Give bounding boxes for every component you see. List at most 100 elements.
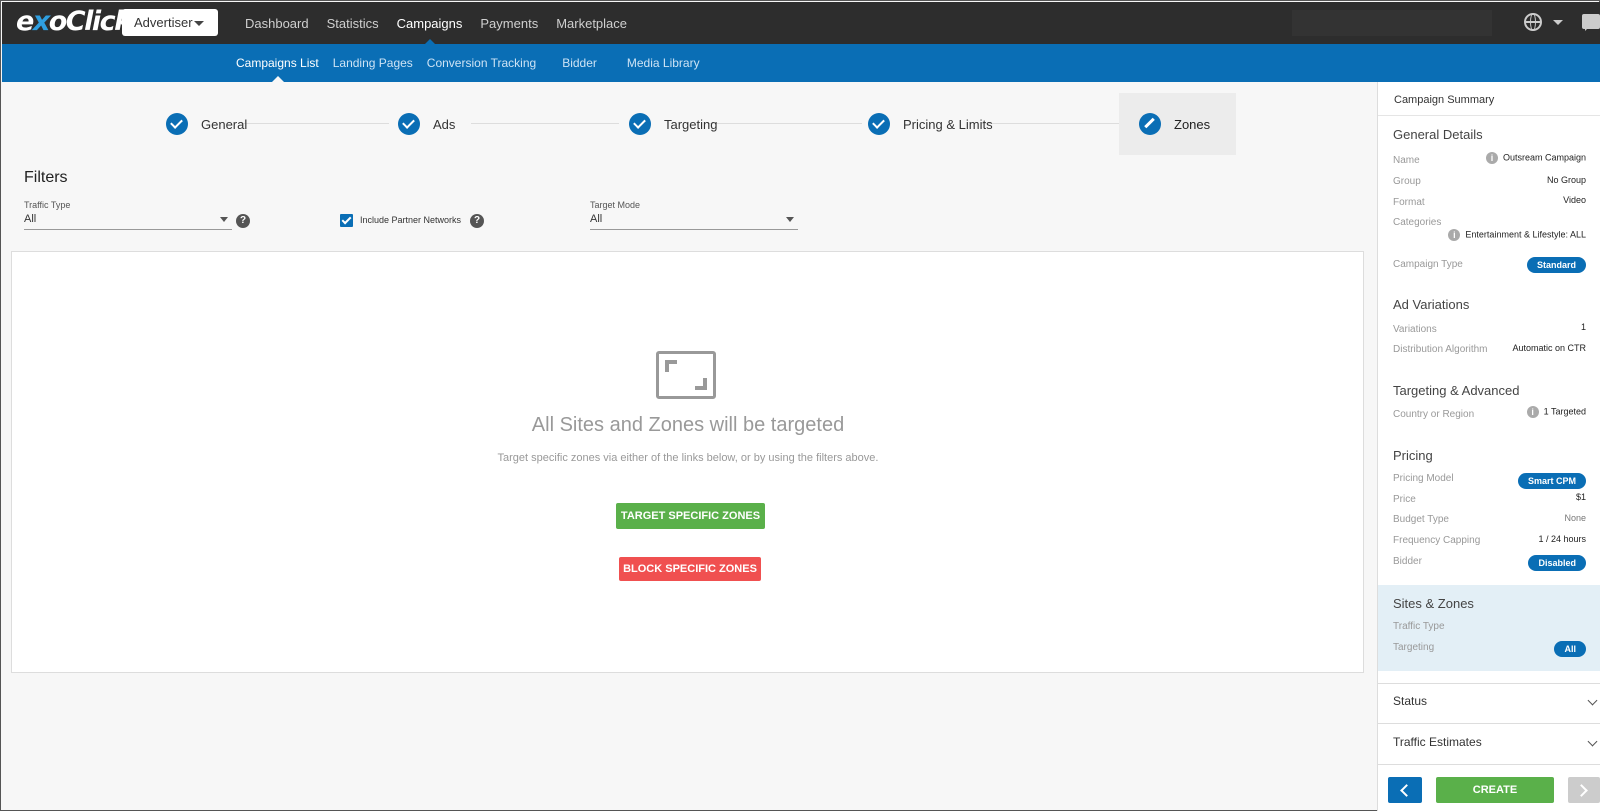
step-label: Zones [1174,116,1211,132]
globe-icon[interactable] [1524,13,1542,31]
frequency-capping-value: 1 / 24 hours [1538,534,1586,544]
nav-marketplace[interactable]: Marketplace [547,2,636,44]
step-zones[interactable]: Zones [1119,93,1237,155]
info-icon[interactable]: i [1448,229,1461,241]
variations-value: 1 [1580,322,1586,332]
format-value: Video [1563,195,1586,205]
empty-state-title: All Sites and Zones will be targeted [531,414,845,436]
step-label: Targeting [664,116,718,132]
check-icon [166,113,188,135]
target-specific-zones-button[interactable]: TARGET SPECIFIC ZONES [616,503,765,529]
subnav-bidder[interactable]: Bidder [556,44,604,82]
variations-label: Variations [1393,324,1437,335]
expand-icon [656,351,716,399]
traffic-estimates-toggle[interactable]: Traffic Estimates [1393,735,1482,749]
step-ads[interactable]: Ads [398,93,455,155]
target-mode-value: All [590,213,603,225]
subnav-landing-pages[interactable]: Landing Pages [327,44,420,82]
logo-text-1: e [16,6,34,37]
role-select[interactable]: Advertiser [122,9,218,36]
pricing-model-badge: Smart CPM [1517,473,1586,489]
subnav-conversion-tracking[interactable]: Conversion Tracking [421,44,543,82]
traffic-type-value: All [24,213,37,225]
campaign-type-label: Campaign Type [1393,259,1463,270]
step-pricing-limits[interactable]: Pricing & Limits [868,93,993,155]
name-label: Name [1393,155,1420,166]
top-nav: Dashboard Statistics Campaigns Payments … [236,2,636,45]
country-region-value-text: 1 Targeted [1543,406,1586,417]
campaign-type-badge: Standard [1526,257,1586,273]
search-input[interactable] [1292,10,1492,36]
status-section-toggle[interactable]: Status [1393,694,1427,708]
step-label: Ads [433,116,456,132]
check-icon [398,113,420,135]
app-frame: exoClick Advertiser Dashboard Statistics… [0,0,1600,811]
group-label: Group [1393,176,1421,187]
nav-statistics[interactable]: Statistics [318,2,388,44]
step-targeting[interactable]: Targeting [629,93,717,155]
role-select-value: Advertiser [134,15,193,30]
previous-step-button[interactable] [1388,777,1422,803]
logo-text-2: x [32,6,50,37]
step-general[interactable]: General [166,93,247,155]
ad-variations-title: Ad Variations [1393,297,1470,312]
group-value: No Group [1546,175,1586,185]
sz-traffic-type-label: Traffic Type [1393,621,1445,632]
pencil-icon [1139,113,1161,135]
country-region-value: i 1 Targeted [1526,406,1586,418]
chevron-down-icon [786,217,794,222]
categories-value-text: Entertainment & Lifestyle: ALL [1465,229,1586,240]
include-partner-networks-label[interactable]: Include Partner Networks [360,215,461,225]
step-connector [981,123,1141,124]
step-connector [471,123,619,124]
chat-icon[interactable] [1582,14,1600,31]
include-partner-networks-checkbox[interactable] [340,214,353,227]
chevron-down-icon [220,217,228,222]
bidder-badge: Disabled [1528,555,1586,571]
price-label: Price [1393,494,1416,505]
wizard-stepper: General Ads Targeting Pricing & Limits Z… [161,93,1237,155]
check-icon [868,113,890,135]
filters-title: Filters [24,169,68,186]
budget-type-label: Budget Type [1393,514,1449,525]
categories-label: Categories [1393,217,1442,228]
categories-value: i Entertainment & Lifestyle: ALL [1448,229,1586,241]
help-icon[interactable]: ? [470,214,484,228]
budget-type-value: None [1564,513,1586,523]
create-button[interactable]: CREATE [1436,777,1554,803]
traffic-type-select[interactable]: All [24,209,232,230]
info-icon[interactable]: i [1485,152,1498,164]
chevron-down-icon[interactable] [1587,736,1598,747]
exoclick-logo[interactable]: exoClick [16,6,132,37]
step-label: Pricing & Limits [903,116,993,132]
chevron-down-icon[interactable] [1587,695,1598,706]
empty-state-subtitle: Target specific zones via either of the … [497,452,879,464]
price-value: $1 [1575,492,1586,502]
nav-campaigns[interactable]: Campaigns [388,2,472,45]
subnav-media-library[interactable]: Media Library [621,44,707,82]
name-value-text: Outsream Campaign [1502,152,1586,163]
step-connector [707,123,862,124]
pricing-model-label: Pricing Model [1393,473,1454,484]
chevron-down-icon [194,21,204,26]
targeting-advanced-title: Targeting & Advanced [1393,383,1520,398]
frequency-capping-label: Frequency Capping [1393,535,1481,546]
campaign-summary-header: Campaign Summary [1378,82,1600,116]
top-bar: exoClick Advertiser Dashboard Statistics… [2,2,1600,45]
sz-targeting-label: Targeting [1393,642,1435,653]
sub-nav: Campaigns List Landing Pages Conversion … [2,44,1600,82]
sz-targeting-badge: All [1554,641,1586,657]
info-icon[interactable]: i [1526,406,1539,418]
step-label: General [201,116,248,132]
subnav-campaigns-list[interactable]: Campaigns List [230,44,326,82]
divider [1378,723,1600,724]
help-icon[interactable]: ? [236,214,250,228]
format-label: Format [1393,197,1425,208]
target-mode-select[interactable]: All [590,209,798,230]
block-specific-zones-button[interactable]: BLOCK SPECIFIC ZONES [619,557,761,581]
nav-dashboard[interactable]: Dashboard [236,2,318,44]
general-details-title: General Details [1393,127,1483,142]
chevron-down-icon[interactable] [1553,20,1563,25]
nav-payments[interactable]: Payments [471,2,547,44]
next-step-button[interactable] [1568,777,1600,803]
